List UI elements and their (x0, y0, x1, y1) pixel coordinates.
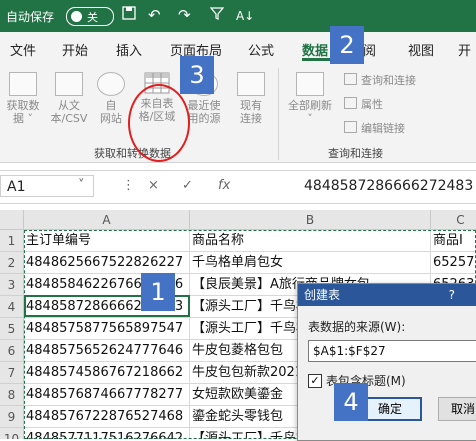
row-header[interactable]: 10 (0, 428, 24, 439)
cell-a[interactable]: 4848574586767218662 (24, 362, 190, 384)
properties-icon (344, 97, 357, 109)
refresh-all-button[interactable]: 全部刷新 ˅ (286, 72, 334, 125)
cell-b[interactable]: 千鸟格单肩包女 (190, 252, 431, 274)
refresh-icon (296, 72, 324, 96)
formula-value[interactable]: 4848587286666272483 (304, 178, 473, 194)
cancel-icon[interactable]: × (148, 178, 159, 193)
namebox-dropdown-icon[interactable]: ˅ (78, 178, 85, 193)
queries-connections-button[interactable]: 查询和连接 (344, 72, 416, 88)
col-header-c[interactable]: C (431, 210, 476, 230)
table-icon (144, 72, 170, 94)
create-table-dialog: 创建表 ? 表数据的来源(W): $A$1:$F$27 ✓ 表包含标题(M) 确… (297, 283, 476, 441)
autosave-toggle[interactable]: 关 (66, 7, 114, 26)
fx-icon[interactable]: fx (218, 178, 230, 193)
from-web-button[interactable]: 自 网站 (96, 72, 126, 125)
row-header[interactable]: 6 (0, 340, 24, 362)
from-table-button[interactable]: 来自表 格/区域 (132, 72, 182, 123)
edit-links-label: 编辑链接 (361, 122, 405, 135)
queries-label: 查询和连接 (361, 74, 416, 87)
cancel-button[interactable]: 取消 (438, 397, 476, 421)
get-data-label: 获取数 据 ˅ (6, 99, 40, 125)
row-header[interactable]: 3 (0, 274, 24, 296)
existing-connections-button[interactable]: 现有 连接 (234, 72, 268, 125)
cell-a[interactable]: 4848575652624777646 (24, 340, 190, 362)
row-header[interactable]: 9 (0, 406, 24, 428)
three-dots-icon: ⋮ (122, 178, 135, 193)
row-header[interactable]: 2 (0, 252, 24, 274)
existing-connections-label: 现有 连接 (240, 99, 262, 125)
enter-icon[interactable]: ✓ (182, 178, 193, 193)
cell-b[interactable]: 商品名称 (190, 230, 431, 252)
database-icon (9, 72, 37, 96)
col-header-b[interactable]: B (190, 210, 431, 230)
help-icon[interactable]: ? (449, 284, 455, 306)
tab-formulas[interactable]: 公式 (248, 40, 274, 59)
save-icon[interactable] (122, 6, 136, 24)
edit-links-button[interactable]: 编辑链接 (344, 120, 405, 136)
properties-button[interactable]: 属性 (344, 96, 383, 112)
edit-links-icon (344, 121, 357, 133)
tab-file[interactable]: 文件 (10, 40, 36, 59)
formula-bar: A1 ˅ ⋮ × ✓ fx 4848587286666272483 (0, 170, 476, 204)
redo-icon[interactable]: ↷ (178, 6, 191, 24)
tab-insert[interactable]: 插入 (116, 40, 142, 59)
recent-sources-label: 最近使 用的源 (187, 99, 221, 125)
cell-a[interactable]: 4848625667522826227 (24, 252, 190, 274)
cell-a[interactable]: 4848576722876527468 (24, 406, 190, 428)
tab-home[interactable]: 开始 (62, 40, 88, 59)
cell-a[interactable]: 4848576874667778277 (24, 384, 190, 406)
tab-view[interactable]: 视图 (408, 40, 434, 59)
get-data-button[interactable]: 获取数 据 ˅ (4, 72, 42, 125)
select-all-corner[interactable] (0, 210, 24, 230)
cell-a[interactable]: 4848575877565897547 (24, 318, 190, 340)
cell-a[interactable]: 4848577117516276642 (24, 428, 190, 439)
ribbon-tabs: 文件 开始 插入 页面布局 公式 数据 审阅 视图 开 (0, 32, 476, 62)
autosave-label: 自动保存 (6, 10, 55, 24)
title-bar: 自动保存 关 ↶ ↷ A↓ (0, 0, 476, 32)
active-tab-underline (302, 58, 330, 61)
globe-icon (97, 72, 125, 96)
group-get-transform-label: 获取和转换数据 (94, 147, 171, 160)
data-source-label: 表数据的来源(W): (308, 320, 406, 334)
row-header[interactable]: 7 (0, 362, 24, 384)
row-header[interactable]: 8 (0, 384, 24, 406)
connections-icon (237, 72, 265, 96)
cell-c[interactable]: 65257 (431, 252, 476, 274)
tab-developer[interactable]: 开 (458, 40, 471, 59)
step-badge-3: 3 (180, 56, 214, 94)
refresh-all-label: 全部刷新 ˅ (288, 99, 332, 125)
undo-icon[interactable]: ↶ (148, 6, 161, 24)
properties-label: 属性 (361, 98, 383, 111)
data-range-input[interactable]: $A$1:$F$27 (308, 340, 476, 362)
queries-icon (344, 73, 357, 85)
group-queries-label: 查询和连接 (328, 147, 383, 160)
cell-c[interactable]: 商品I (431, 230, 476, 252)
from-table-label: 来自表 格/区域 (138, 97, 176, 123)
row-header[interactable]: 5 (0, 318, 24, 340)
step-badge-4: 4 (334, 383, 368, 421)
step-badge-2: 2 (330, 26, 364, 64)
sort-icon[interactable]: A↓ (236, 9, 254, 23)
text-file-icon (55, 72, 83, 96)
from-text-button[interactable]: 从文 本/CSV (48, 72, 90, 125)
toggle-knob (71, 11, 82, 22)
cell-a[interactable]: 主订单编号 (24, 230, 190, 252)
step-badge-1: 1 (141, 273, 175, 311)
toggle-text: 关 (87, 11, 98, 24)
filter-icon[interactable] (209, 6, 225, 24)
row-header[interactable]: 1 (0, 230, 24, 252)
col-header-a[interactable]: A (24, 210, 190, 230)
tab-data[interactable]: 数据 (302, 40, 328, 59)
row-header[interactable]: 4 (0, 296, 24, 318)
ribbon-divider (278, 68, 279, 160)
from-text-label: 从文 本/CSV (50, 99, 88, 125)
from-web-label: 自 网站 (100, 99, 122, 125)
has-headers-checkbox[interactable]: ✓ (308, 374, 322, 388)
